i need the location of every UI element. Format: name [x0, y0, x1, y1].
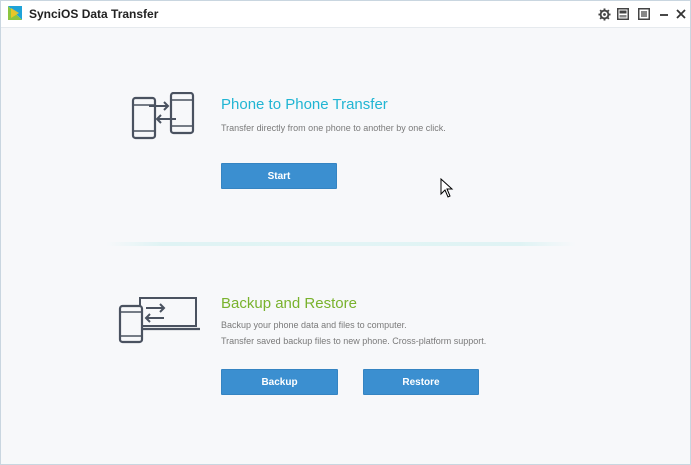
skin-button[interactable] — [616, 7, 630, 21]
backup-description-line1: Backup your phone data and files to comp… — [221, 320, 407, 330]
backup-description-line2: Transfer saved backup files to new phone… — [221, 336, 487, 346]
backup-restore-title: Backup and Restore — [221, 295, 357, 312]
phone-transfer-title: Phone to Phone Transfer — [221, 96, 388, 113]
close-icon — [676, 9, 686, 19]
close-button[interactable] — [674, 7, 688, 21]
phone-to-computer-icon — [118, 297, 200, 344]
gear-icon — [597, 7, 611, 21]
menu-button[interactable] — [637, 7, 651, 21]
backup-button[interactable]: Backup — [221, 369, 338, 395]
settings-button[interactable] — [597, 7, 611, 21]
title-bar[interactable]: SynciOS Data Transfer — [1, 1, 690, 28]
minimize-icon — [660, 14, 668, 16]
mouse-cursor-icon — [440, 178, 454, 198]
app-logo-icon — [8, 6, 22, 20]
skin-icon — [617, 8, 629, 20]
section-divider — [106, 242, 576, 246]
window-title: SynciOS Data Transfer — [29, 7, 159, 21]
menu-icon — [638, 8, 650, 20]
phone-to-phone-icon — [131, 92, 195, 140]
app-window: SynciOS Data Transfer Phone to Phone Tra… — [0, 0, 691, 465]
restore-button[interactable]: Restore — [363, 369, 479, 395]
phone-transfer-description: Transfer directly from one phone to anot… — [221, 123, 446, 133]
start-button[interactable]: Start — [221, 163, 337, 189]
minimize-button[interactable] — [657, 7, 671, 21]
